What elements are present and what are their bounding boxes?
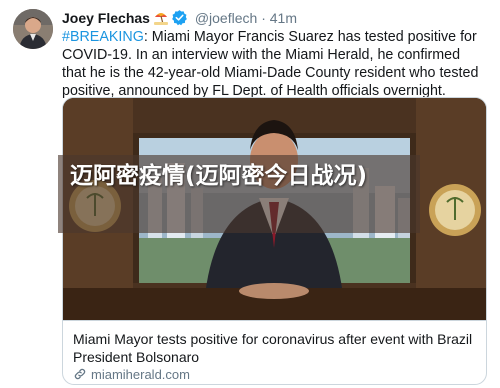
hashtag-link[interactable]: #BREAKING xyxy=(62,29,144,45)
link-icon xyxy=(73,367,87,384)
overlay-title: 迈阿密疫情(迈阿密今日战况) xyxy=(70,163,368,189)
author-name[interactable]: Joey Flechas xyxy=(62,10,150,26)
verified-badge-icon xyxy=(171,9,188,30)
tweet-header: Joey Flechas @joeflech · 41m xyxy=(62,9,297,30)
beach-umbrella-emoji-icon xyxy=(153,9,169,29)
tweet[interactable]: Joey Flechas @joeflech · 41m #BREAKING: … xyxy=(0,0,500,388)
link-preview-card[interactable]: Miami Mayor tests positive for coronavir… xyxy=(62,97,487,385)
tweet-timestamp[interactable]: 41m xyxy=(270,10,297,26)
card-title[interactable]: Miami Mayor tests positive for coronavir… xyxy=(73,330,473,366)
card-domain: miamiherald.com xyxy=(73,367,190,384)
card-domain-text[interactable]: miamiherald.com xyxy=(91,367,190,382)
author-handle[interactable]: @joeflech xyxy=(195,10,257,26)
card-info: Miami Mayor tests positive for coronavir… xyxy=(63,320,486,384)
tweet-text: #BREAKING: Miami Mayor Francis Suarez ha… xyxy=(62,28,487,100)
header-separator: · xyxy=(261,10,266,26)
avatar[interactable] xyxy=(13,9,53,49)
